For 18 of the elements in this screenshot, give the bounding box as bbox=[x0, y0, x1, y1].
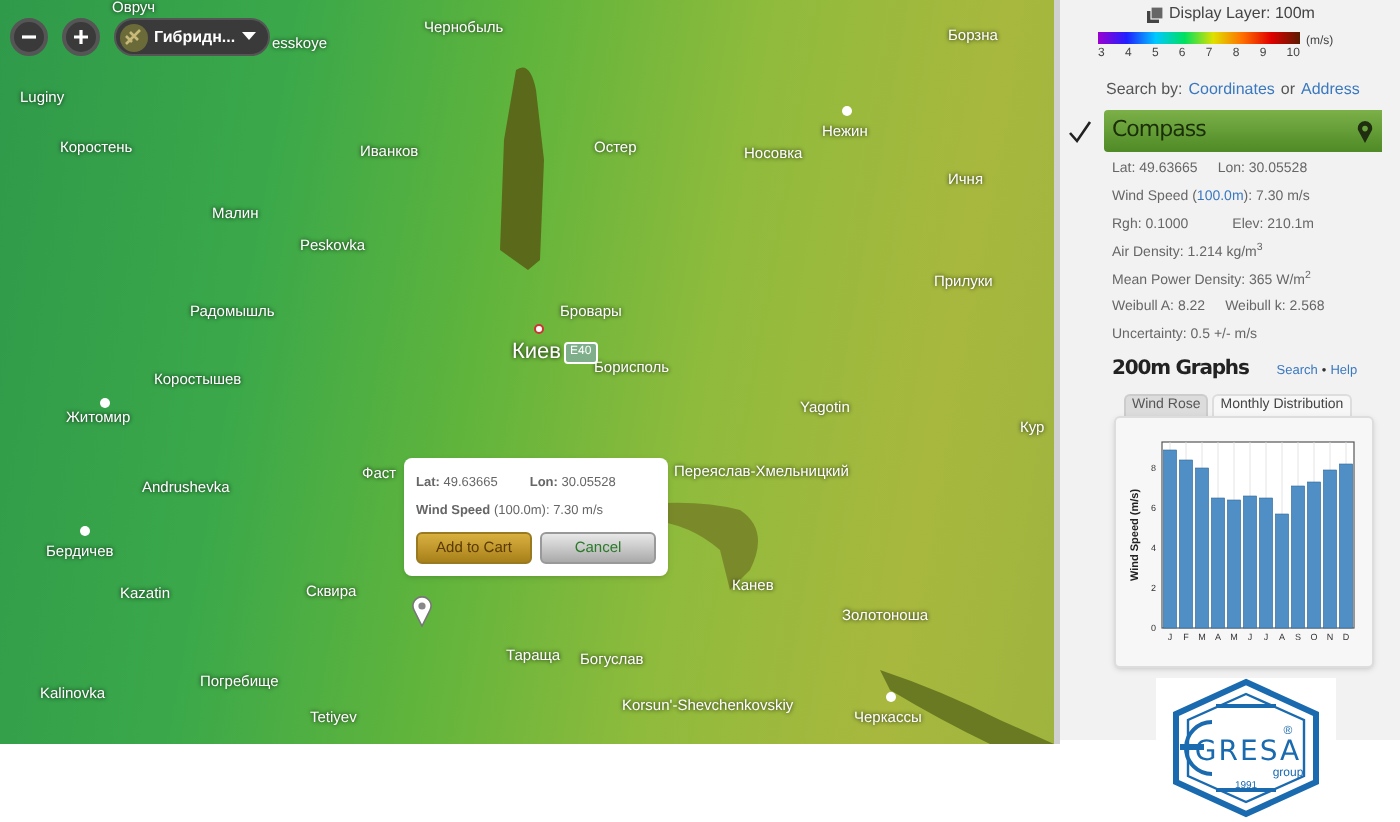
search-option-link[interactable]: Coordinates bbox=[1188, 78, 1275, 102]
zoom-out-button[interactable] bbox=[10, 18, 48, 56]
map-view[interactable] bbox=[0, 0, 1054, 744]
or-label: or bbox=[1280, 78, 1296, 102]
location-pin-icon[interactable] bbox=[412, 596, 432, 628]
search-option-link[interactable]: Address bbox=[1301, 78, 1360, 102]
map-layer-dropdown[interactable]: Гибридн... bbox=[114, 18, 270, 56]
display-layer-label: Display Layer: 100m bbox=[1169, 2, 1315, 26]
location-pin-icon bbox=[1356, 119, 1374, 143]
zoom-in-button[interactable] bbox=[62, 18, 100, 56]
plus-icon bbox=[72, 28, 90, 46]
place-label: Киев bbox=[512, 338, 562, 368]
graphs-title: 200m Graphs bbox=[1112, 355, 1249, 384]
compass-bar[interactable]: Compass bbox=[1104, 110, 1382, 152]
search-by-label: Search by: bbox=[1106, 78, 1183, 102]
caret-icon bbox=[241, 32, 256, 42]
satellite-icon bbox=[120, 23, 148, 51]
layers-icon bbox=[1145, 5, 1164, 23]
